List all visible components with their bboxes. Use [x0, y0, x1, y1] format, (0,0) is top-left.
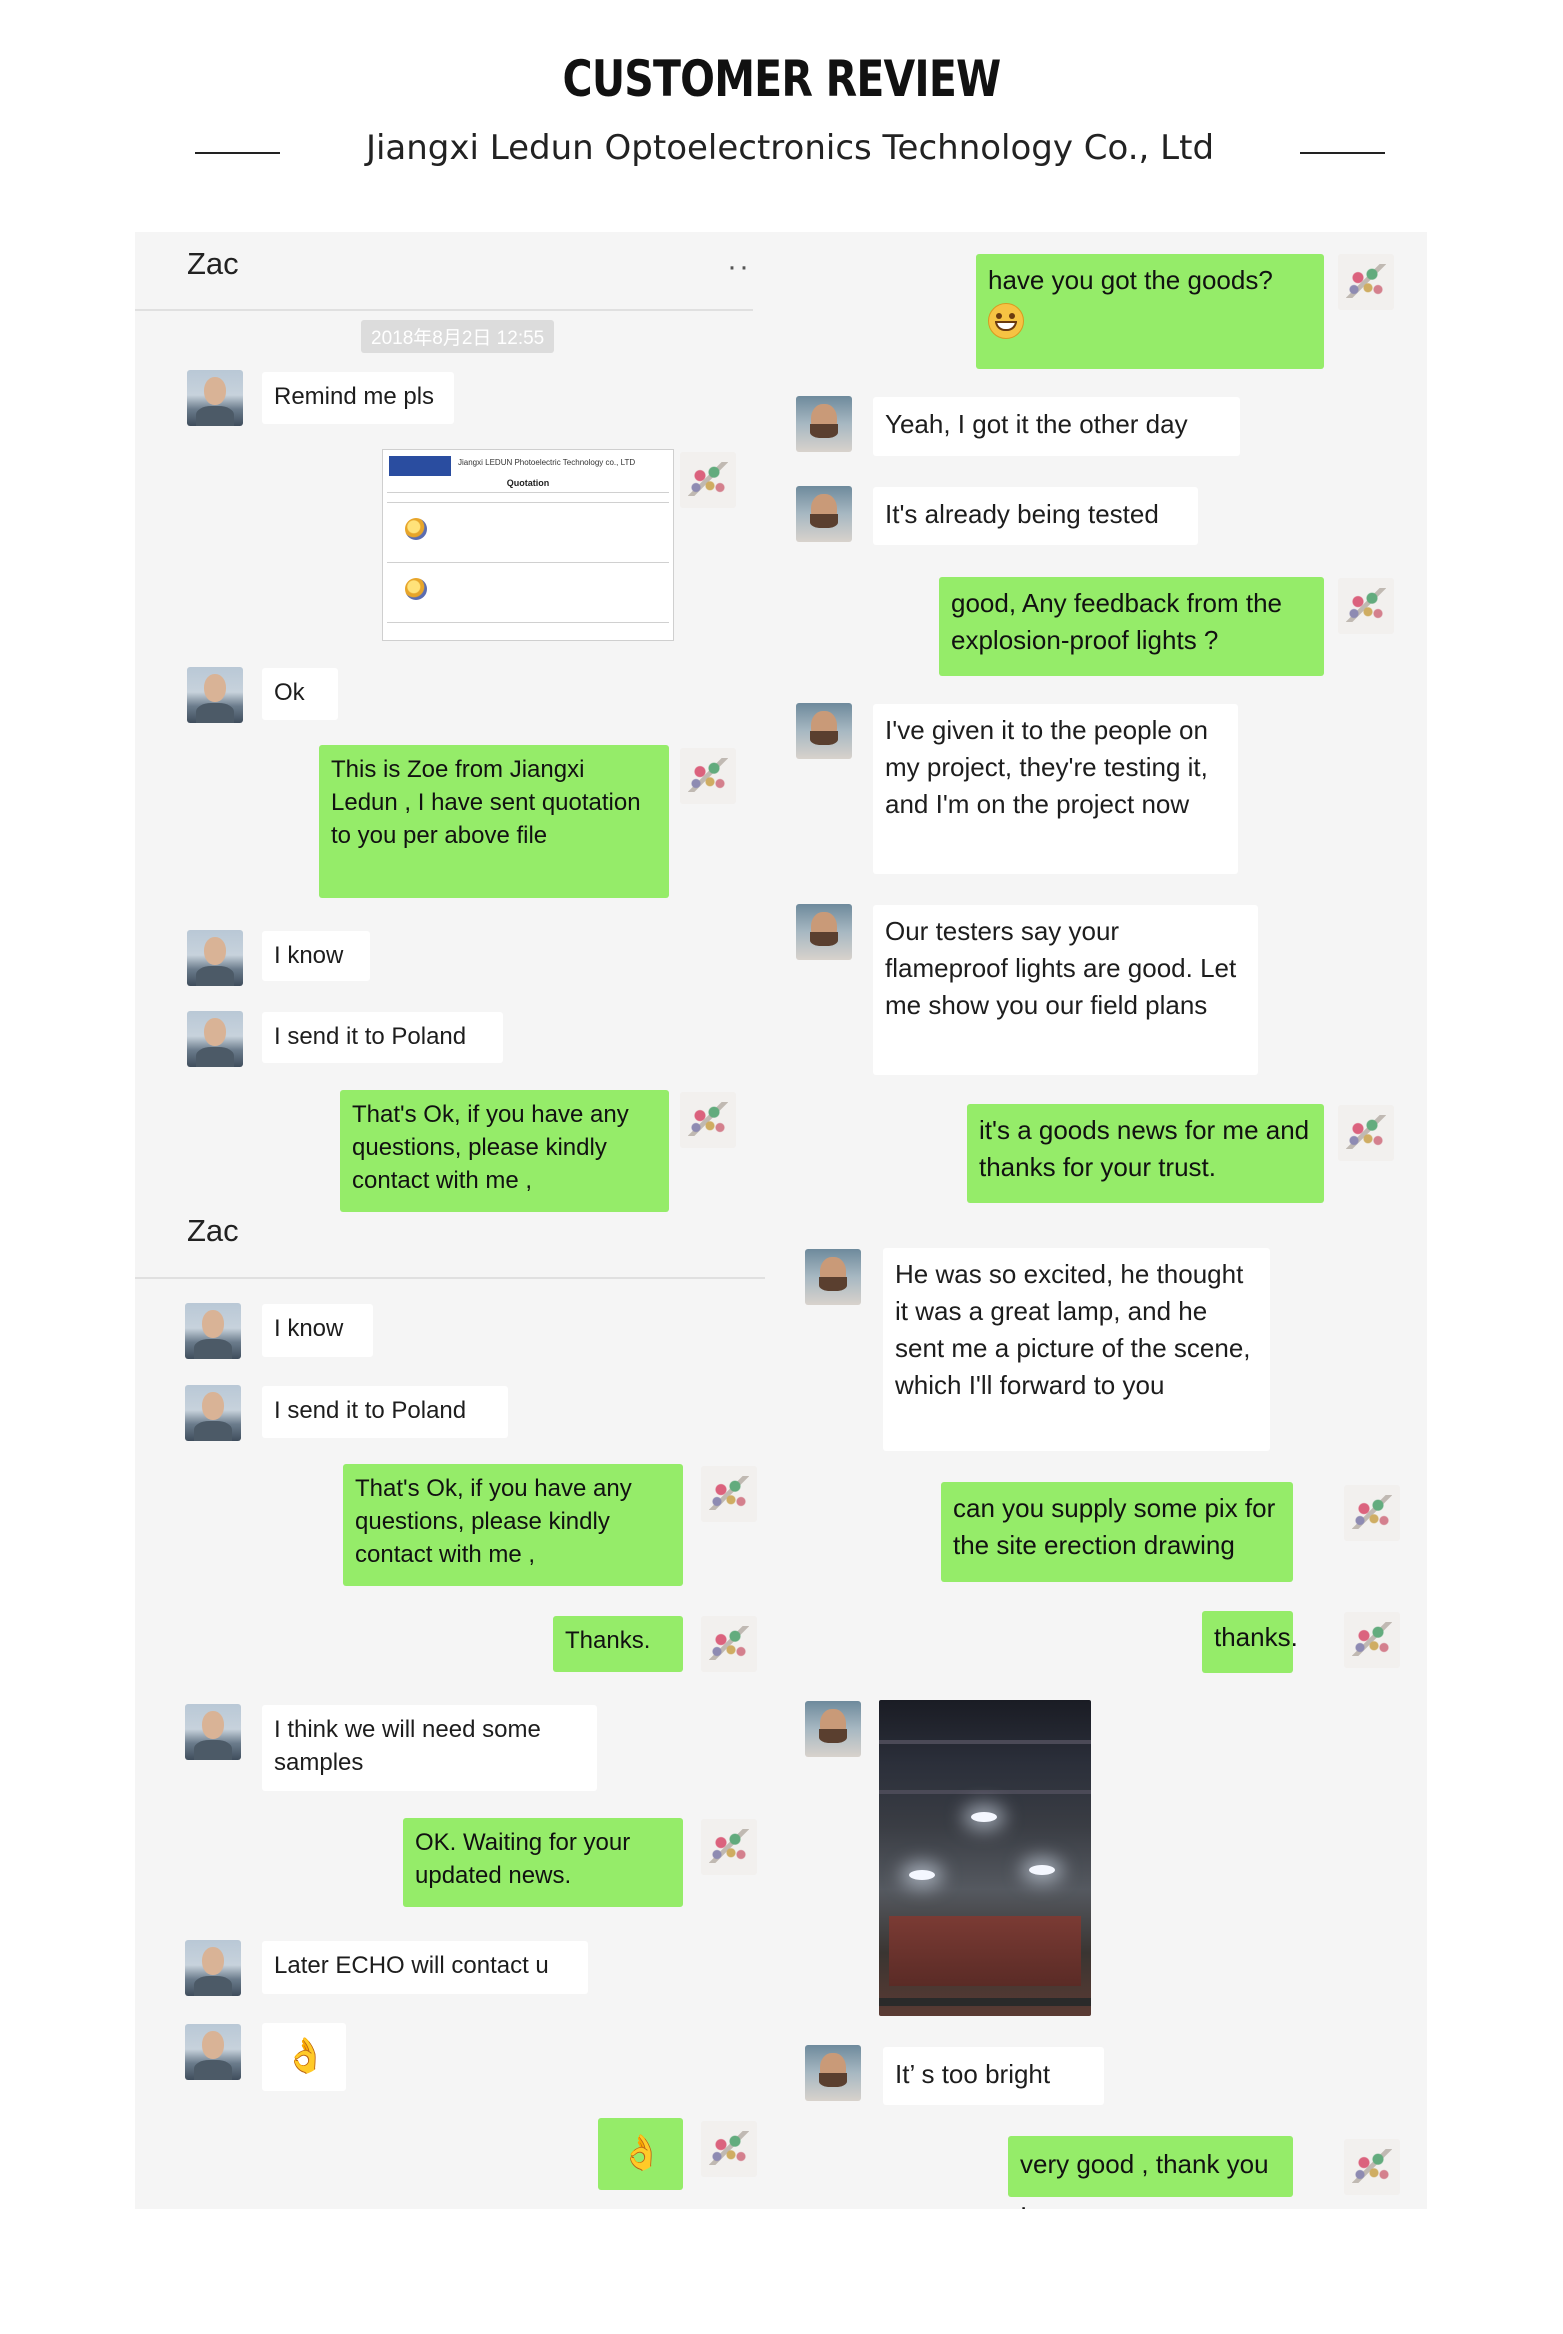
table-line	[387, 562, 669, 563]
contact-name: Zac	[187, 1219, 239, 1248]
my-avatar[interactable]	[1344, 1485, 1400, 1541]
roof-beam	[879, 1740, 1091, 1744]
contact-avatar[interactable]	[187, 370, 243, 426]
flood-light	[1029, 1865, 1055, 1875]
contact-avatar[interactable]	[187, 1011, 243, 1067]
flood-light	[909, 1870, 935, 1880]
message-outgoing: have you got the goods?	[976, 254, 1324, 369]
message-outgoing: very good , thank you .	[1008, 2136, 1293, 2209]
contact-avatar[interactable]	[805, 2045, 861, 2101]
message-outgoing: it's a goods news for me and thanks for …	[967, 1104, 1324, 1203]
grin-emoji-icon	[988, 302, 1024, 339]
rail	[879, 1998, 1091, 2006]
ok-hand-icon: 👌	[620, 2134, 663, 2172]
contact-avatar[interactable]	[185, 1940, 241, 1996]
message-incoming: Ok	[262, 668, 338, 720]
message-incoming: I've given it to the people on my projec…	[873, 704, 1238, 874]
message-text: have you got the goods?	[988, 265, 1273, 295]
message-outgoing: 👌	[598, 2118, 683, 2190]
message-outgoing: good, Any feedback from the explosion-pr…	[939, 577, 1324, 676]
message-incoming: It’ s too bright	[883, 2047, 1104, 2105]
roof-beam	[879, 1790, 1091, 1794]
my-avatar[interactable]	[701, 1616, 757, 1672]
message-incoming: I send it to Poland	[262, 1386, 508, 1438]
company-subtitle: Jiangxi Ledun Optoelectronics Technology…	[365, 128, 1215, 168]
message-timestamp: 2018年8月2日 12:55	[361, 320, 555, 353]
message-incoming: I think we will need some samples	[262, 1705, 597, 1791]
chat-panel-3: Zac I know I send it to Poland That's Ok…	[135, 1219, 765, 2209]
my-avatar[interactable]	[701, 2121, 757, 2177]
header-divider	[135, 309, 753, 311]
contact-avatar[interactable]	[185, 1385, 241, 1441]
subtitle-row: Jiangxi Ledun Optoelectronics Technology…	[195, 128, 1385, 178]
message-outgoing: can you supply some pix for the site ere…	[941, 1482, 1293, 1582]
truck	[889, 1916, 1081, 1986]
message-incoming: Yeah, I got it the other day	[873, 397, 1240, 456]
contact-name: Zac	[187, 246, 239, 281]
message-incoming: It's already being tested	[873, 487, 1198, 545]
company-logo	[389, 456, 451, 476]
table-line	[387, 502, 669, 503]
my-avatar[interactable]	[680, 748, 736, 804]
message-incoming: Later ECHO will contact u	[262, 1941, 588, 1994]
message-incoming: I know	[262, 931, 370, 981]
my-avatar[interactable]	[1344, 1612, 1400, 1668]
table-line	[387, 492, 669, 493]
contact-avatar[interactable]	[187, 667, 243, 723]
chat-panel-1: Zac ·· 2018年8月2日 12:55 Remind me pls Jia…	[135, 232, 753, 1219]
message-incoming: Our testers say your flameproof lights a…	[873, 905, 1258, 1075]
contact-avatar[interactable]	[796, 904, 852, 960]
more-options-icon[interactable]: ··	[727, 250, 751, 284]
my-avatar[interactable]	[701, 1819, 757, 1875]
lamp-thumbnail	[405, 578, 427, 600]
message-incoming: I know	[262, 1304, 373, 1357]
message-incoming: I send it to Poland	[262, 1012, 503, 1063]
contact-avatar[interactable]	[805, 1249, 861, 1305]
chat-panel-2: have you got the goods? Yeah, I got it t…	[753, 232, 1427, 1219]
contact-avatar[interactable]	[187, 930, 243, 986]
document-header: Jiangxi LEDUN Photoelectric Technology c…	[458, 458, 636, 467]
my-avatar[interactable]	[1338, 578, 1394, 634]
message-outgoing: Thanks.	[553, 1616, 683, 1672]
contact-avatar[interactable]	[796, 703, 852, 759]
contact-avatar[interactable]	[185, 2024, 241, 2080]
subtitle-divider-right	[1300, 152, 1385, 154]
my-avatar[interactable]	[680, 452, 736, 508]
contact-avatar[interactable]	[805, 1701, 861, 1757]
message-outgoing: OK. Waiting for your updated news.	[403, 1818, 683, 1907]
contact-avatar[interactable]	[796, 486, 852, 542]
message-incoming: He was so excited, he thought it was a g…	[883, 1248, 1270, 1451]
my-avatar[interactable]	[701, 1466, 757, 1522]
contact-avatar[interactable]	[185, 1704, 241, 1760]
chat-panel-4: He was so excited, he thought it was a g…	[765, 1219, 1427, 2209]
header-divider	[135, 1277, 765, 1279]
contact-avatar[interactable]	[796, 396, 852, 452]
flood-light	[971, 1812, 997, 1822]
document-title: Quotation	[506, 478, 550, 488]
table-line	[387, 622, 669, 623]
my-avatar[interactable]	[1338, 1105, 1394, 1161]
quotation-file-image[interactable]: Jiangxi LEDUN Photoelectric Technology c…	[382, 449, 674, 641]
site-photo-image[interactable]	[879, 1700, 1091, 2016]
message-outgoing: thanks.	[1202, 1611, 1298, 1673]
my-avatar[interactable]	[1338, 254, 1394, 310]
my-avatar[interactable]	[1344, 2139, 1400, 2195]
my-avatar[interactable]	[680, 1092, 736, 1148]
message-outgoing: That's Ok, if you have any questions, pl…	[343, 1464, 683, 1586]
lamp-thumbnail	[405, 518, 427, 540]
page-title: CUSTOMER REVIEW	[562, 50, 1002, 108]
message-incoming: 👌	[262, 2023, 346, 2091]
contact-avatar[interactable]	[185, 1303, 241, 1359]
ok-hand-icon: 👌	[284, 2037, 327, 2075]
message-incoming: Remind me pls	[262, 372, 454, 424]
message-outgoing: This is Zoe from Jiangxi Ledun , I have …	[319, 745, 669, 898]
message-outgoing: That's Ok, if you have any questions, pl…	[340, 1090, 669, 1212]
